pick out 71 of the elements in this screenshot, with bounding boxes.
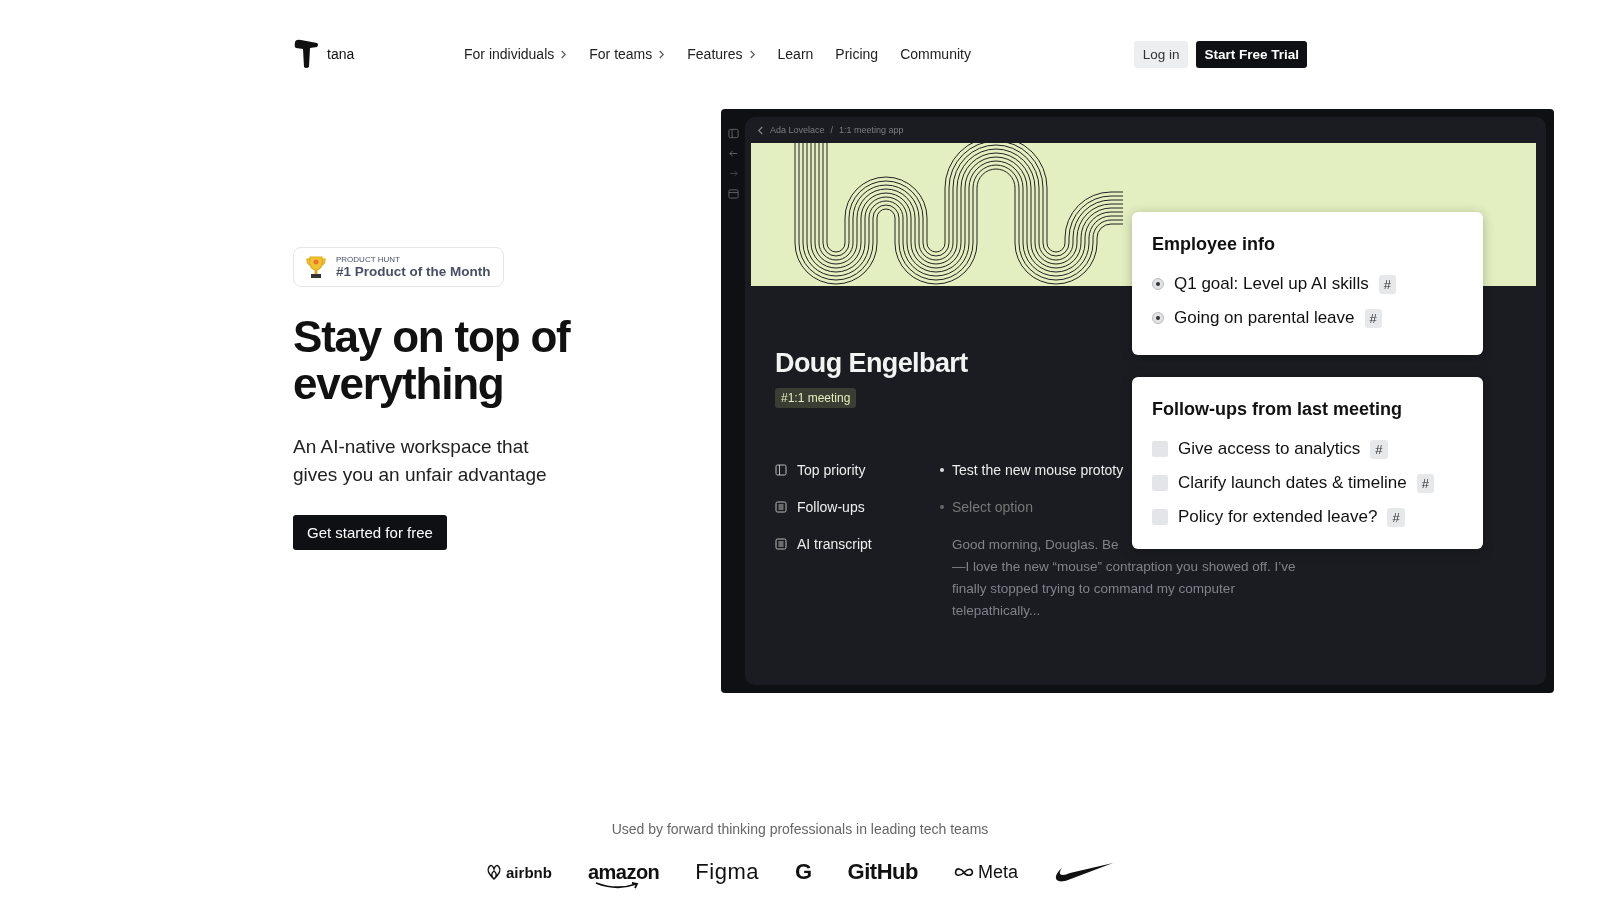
customers-caption: Used by forward thinking professionals in leading tech teams: [611, 821, 989, 837]
item-text: Give access to analytics: [1178, 439, 1361, 459]
login-button[interactable]: Log in: [1133, 40, 1189, 68]
sidebar-toggle-icon[interactable]: [727, 128, 739, 139]
checkbox[interactable]: [1152, 475, 1168, 491]
tana-logo-icon[interactable]: [293, 39, 319, 69]
logo-wordmark: GitHub: [847, 859, 918, 885]
transcript-line: Good morning, Douglas. Be: [952, 536, 1119, 553]
field-label: Top priority: [797, 462, 866, 478]
infinity-logo-icon: [953, 866, 974, 878]
item-text: Going on parental leave: [1174, 308, 1355, 328]
amazon-wordmark: amazon: [587, 860, 660, 884]
bullet-dot-icon: [940, 468, 944, 472]
breadcrumb-separator: /: [830, 125, 834, 135]
breadcrumb-link[interactable]: 1:1 meeting app: [839, 125, 904, 135]
panel-icon: [775, 464, 787, 476]
logo-wordmark: G: [794, 859, 812, 885]
nav-link[interactable]: Features: [687, 46, 756, 62]
hashtag-chip[interactable]: #: [1378, 274, 1396, 294]
item-text: Clarify launch dates & timeline: [1178, 473, 1407, 493]
item-text: Policy for extended leave?: [1178, 507, 1378, 527]
field-label: AI transcript: [797, 536, 872, 552]
hero-heading: Stay on top of everything: [293, 313, 572, 407]
bullet-icon: [1152, 312, 1164, 324]
field-value[interactable]: Test the new mouse prototy: [952, 462, 1124, 478]
bullet-dot-icon: [940, 505, 944, 509]
swoosh-logo-icon: [1053, 861, 1114, 883]
badge-title: #1 Product of the Month: [336, 264, 491, 279]
hero-subheading: An AI-native workspace that gives you an unfair advantage: [293, 435, 548, 487]
list-icon: [775, 501, 787, 513]
nav-link[interactable]: Community: [900, 46, 971, 62]
forward-arrow-icon[interactable]: [727, 168, 739, 179]
nav-link[interactable]: Learn: [777, 46, 814, 62]
node-title: Doug Engelbart: [775, 348, 969, 379]
nav-link[interactable]: Pricing: [835, 46, 879, 62]
breadcrumb-link[interactable]: Ada Lovelace: [770, 125, 825, 135]
transcript-line: finally stopped trying to command my computer: [952, 580, 1235, 597]
card-title: Employee info: [1152, 234, 1277, 255]
checkbox[interactable]: [1152, 441, 1168, 457]
transcript-line: —I love the new “mouse” contraption you showed off. I’ve: [952, 558, 1296, 575]
chevron-icon: [658, 49, 666, 59]
hashtag-chip[interactable]: #: [1387, 507, 1405, 527]
airbnb-wordmark: airbnb: [506, 863, 552, 881]
figma-wordmark: Figma: [695, 859, 759, 885]
transcript-line: telepathically...: [952, 602, 1041, 619]
badge-kicker: PRODUCT HUNT: [336, 255, 401, 264]
chevron-icon: [748, 49, 756, 59]
get-started-button[interactable]: Get started for free: [293, 515, 447, 550]
brand-name[interactable]: tana: [327, 46, 355, 62]
airbnb-logo-icon: [486, 863, 503, 881]
back-chevron-icon[interactable]: [757, 125, 764, 135]
start-trial-button[interactable]: Start Free Trial: [1196, 40, 1307, 68]
hashtag-chip[interactable]: #: [1370, 439, 1388, 459]
field-label: Follow-ups: [797, 499, 865, 515]
hashtag-chip[interactable]: #: [1416, 473, 1434, 493]
list-icon: [775, 538, 787, 550]
item-text: Q1 goal: Level up AI skills: [1174, 274, 1369, 294]
trophy-icon: [306, 255, 326, 279]
bullet-icon: [1152, 278, 1164, 290]
chevron-icon: [560, 49, 568, 59]
product-hunt-badge[interactable]: PRODUCT HUNT #1 Product of the Month: [293, 247, 504, 287]
supertag[interactable]: #1:1 meeting: [775, 388, 857, 408]
checkbox[interactable]: [1152, 509, 1168, 525]
hashtag-chip[interactable]: #: [1364, 308, 1382, 328]
nav-link[interactable]: For teams: [589, 46, 666, 62]
field-placeholder[interactable]: Select option: [952, 499, 1033, 515]
nav-link[interactable]: For individuals: [464, 46, 568, 62]
calendar-icon[interactable]: [727, 188, 739, 199]
card-title: Follow-ups from last meeting: [1152, 399, 1403, 420]
meta-wordmark: Meta: [977, 861, 1018, 883]
back-arrow-icon[interactable]: [727, 148, 739, 159]
